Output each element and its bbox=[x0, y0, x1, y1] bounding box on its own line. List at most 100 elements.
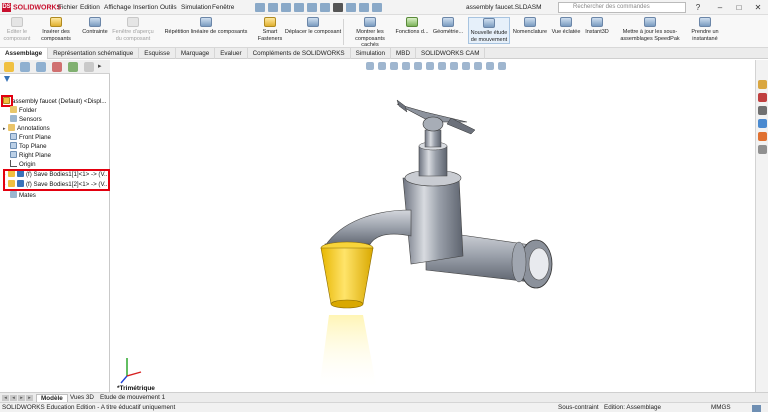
snapshot-camera-icon bbox=[699, 17, 711, 27]
tab-solidworks-cam[interactable]: SOLIDWORKS CAM bbox=[416, 48, 486, 59]
rebuild-icon[interactable] bbox=[346, 3, 356, 12]
take-snapshot-button[interactable]: Prendre un instantané bbox=[690, 17, 720, 42]
move-component-button[interactable]: Déplacer le composant bbox=[284, 17, 342, 36]
reference-geometry-icon bbox=[442, 17, 454, 27]
prev-tab-arrow-icon[interactable]: ◂ bbox=[10, 395, 17, 401]
next-tab-arrow-icon[interactable]: ▸ bbox=[18, 395, 25, 401]
yellow-cone[interactable] bbox=[320, 247, 374, 305]
tab-assemblage[interactable]: Assemblage bbox=[0, 48, 49, 59]
open-icon[interactable] bbox=[281, 3, 291, 12]
faucet-model[interactable] bbox=[111, 60, 755, 392]
show-hidden-components-button[interactable]: Montrer les composants cachés bbox=[346, 17, 394, 49]
feature-manager-tab-icon[interactable] bbox=[4, 62, 14, 72]
linear-pattern-icon bbox=[200, 17, 212, 27]
smart-fasteners-icon bbox=[264, 17, 276, 27]
units-status[interactable]: MMGS bbox=[711, 404, 731, 412]
tab-marquage[interactable]: Marquage bbox=[176, 48, 216, 59]
handle-hub bbox=[422, 116, 444, 132]
menu-affichage[interactable]: Affichage bbox=[104, 4, 131, 11]
reference-geometry-button[interactable]: Géométrie... bbox=[430, 17, 466, 36]
appearances-icon[interactable] bbox=[758, 132, 767, 141]
tree-filter-row bbox=[0, 75, 110, 85]
instant3d-button[interactable]: Instant3D bbox=[583, 17, 611, 36]
solidworks-resources-icon[interactable] bbox=[758, 80, 767, 89]
edition-text: SOLIDWORKS Education Edition - A titre é… bbox=[2, 404, 176, 411]
bill-of-materials-button[interactable]: Nomenclature bbox=[511, 17, 549, 36]
tree-item-sensors[interactable]: Sensors bbox=[10, 115, 42, 124]
help-icon[interactable]: ? bbox=[690, 2, 706, 13]
tree-item-origin[interactable]: Origin bbox=[10, 160, 36, 169]
tab-simulation[interactable]: Simulation bbox=[351, 48, 392, 59]
tab-evaluer[interactable]: Evaluer bbox=[215, 48, 248, 59]
tree-item-mates[interactable]: Mates bbox=[10, 191, 36, 200]
tab-mbd[interactable]: MBD bbox=[391, 48, 417, 59]
tab-representation-schematique[interactable]: Représentation schématique bbox=[48, 48, 140, 59]
more-tabs-arrow-icon[interactable]: ▸ bbox=[98, 62, 108, 72]
custom-properties-icon[interactable] bbox=[758, 145, 767, 154]
property-manager-tab-icon[interactable] bbox=[20, 62, 30, 72]
smart-fasteners-button[interactable]: Smart Fasteners bbox=[257, 17, 283, 42]
tree-item-annotations[interactable]: ▸ Annotations bbox=[3, 124, 50, 133]
folder-icon bbox=[10, 106, 17, 113]
edit-component-button[interactable]: Editer le composant bbox=[1, 17, 33, 42]
dimxpert-tab-icon[interactable] bbox=[52, 62, 62, 72]
exploded-view-button[interactable]: Vue éclatée bbox=[550, 17, 582, 36]
file-explorer-icon[interactable] bbox=[758, 106, 767, 115]
menu-edition[interactable]: Edition bbox=[80, 4, 100, 11]
update-speedpak-button[interactable]: Mettre à jour les sous-assemblages Speed… bbox=[612, 17, 688, 42]
tree-item-front-plane[interactable]: Front Plane bbox=[10, 133, 51, 142]
design-library-icon[interactable] bbox=[758, 93, 767, 102]
menu-fenetre[interactable]: Fenêtre bbox=[212, 4, 234, 11]
insert-components-button[interactable]: Insérer des composants bbox=[34, 17, 78, 42]
plane-icon bbox=[10, 133, 17, 140]
origin-icon bbox=[10, 160, 17, 167]
restore-button[interactable]: □ bbox=[731, 2, 747, 13]
close-button[interactable]: ✕ bbox=[750, 2, 766, 13]
bonnet[interactable] bbox=[418, 145, 448, 177]
elbow-pipe[interactable] bbox=[324, 209, 412, 247]
minimize-button[interactable]: – bbox=[712, 2, 728, 13]
print-icon[interactable] bbox=[307, 3, 317, 12]
linear-pattern-button[interactable]: Répétition linéaire de composants bbox=[156, 17, 256, 36]
tree-item-folder[interactable]: Folder bbox=[10, 106, 37, 115]
file-properties-icon[interactable] bbox=[359, 3, 369, 12]
new-document-icon[interactable] bbox=[268, 3, 278, 12]
cam-tab-icon[interactable] bbox=[84, 62, 94, 72]
tab-esquisse[interactable]: Esquisse bbox=[139, 48, 176, 59]
mate-button[interactable]: Contrainte bbox=[80, 17, 110, 36]
outlet-opening bbox=[528, 247, 550, 281]
undo-icon[interactable] bbox=[320, 3, 330, 12]
tab-motion-study-1[interactable]: Etude de mouvement 1 bbox=[96, 394, 169, 402]
first-tab-arrow-icon[interactable]: ◂ bbox=[2, 395, 9, 401]
tree-item-right-plane[interactable]: Right Plane bbox=[10, 151, 51, 160]
configuration-manager-tab-icon[interactable] bbox=[36, 62, 46, 72]
display-manager-tab-icon[interactable] bbox=[68, 62, 78, 72]
solidworks-logo[interactable]: DS SOLIDWORKS bbox=[2, 3, 61, 12]
view-palette-icon[interactable] bbox=[758, 119, 767, 128]
tree-root-assembly[interactable]: assembly faucet (Default) <Displ... bbox=[3, 97, 106, 106]
menu-insertion[interactable]: Insertion bbox=[133, 4, 158, 11]
component-preview-button[interactable]: Fenêtre d'aperçu du composant bbox=[112, 17, 154, 42]
menu-simulation[interactable]: Simulation bbox=[181, 4, 211, 11]
save-icon[interactable] bbox=[294, 3, 304, 12]
customize-status-icon[interactable] bbox=[752, 405, 761, 412]
assembly-features-button[interactable]: Fonctions d... bbox=[395, 17, 429, 36]
graphics-area[interactable]: *Trimétrique bbox=[111, 60, 755, 392]
document-title: assembly faucet.SLDASM bbox=[466, 4, 542, 11]
new-motion-study-button[interactable]: Nouvelle étude de mouvement bbox=[468, 17, 510, 44]
filter-icon[interactable] bbox=[4, 76, 10, 82]
select-icon[interactable] bbox=[333, 3, 343, 12]
command-search-input[interactable]: Rechercher des commandes bbox=[558, 2, 686, 13]
move-component-icon bbox=[307, 17, 319, 27]
options-gear-icon[interactable] bbox=[372, 3, 382, 12]
menu-outils[interactable]: Outils bbox=[160, 4, 177, 11]
bom-table-icon bbox=[524, 17, 536, 27]
cone-bottom bbox=[330, 299, 364, 309]
last-tab-arrow-icon[interactable]: ▸ bbox=[26, 395, 33, 401]
menu-fichier[interactable]: Fichier bbox=[58, 4, 78, 11]
tree-item-top-plane[interactable]: Top Plane bbox=[10, 142, 47, 151]
tab-vues-3d[interactable]: Vues 3D bbox=[66, 394, 98, 402]
valve-body[interactable] bbox=[402, 177, 464, 265]
home-icon[interactable] bbox=[255, 3, 265, 12]
tab-complements[interactable]: Compléments de SOLIDWORKS bbox=[248, 48, 351, 59]
